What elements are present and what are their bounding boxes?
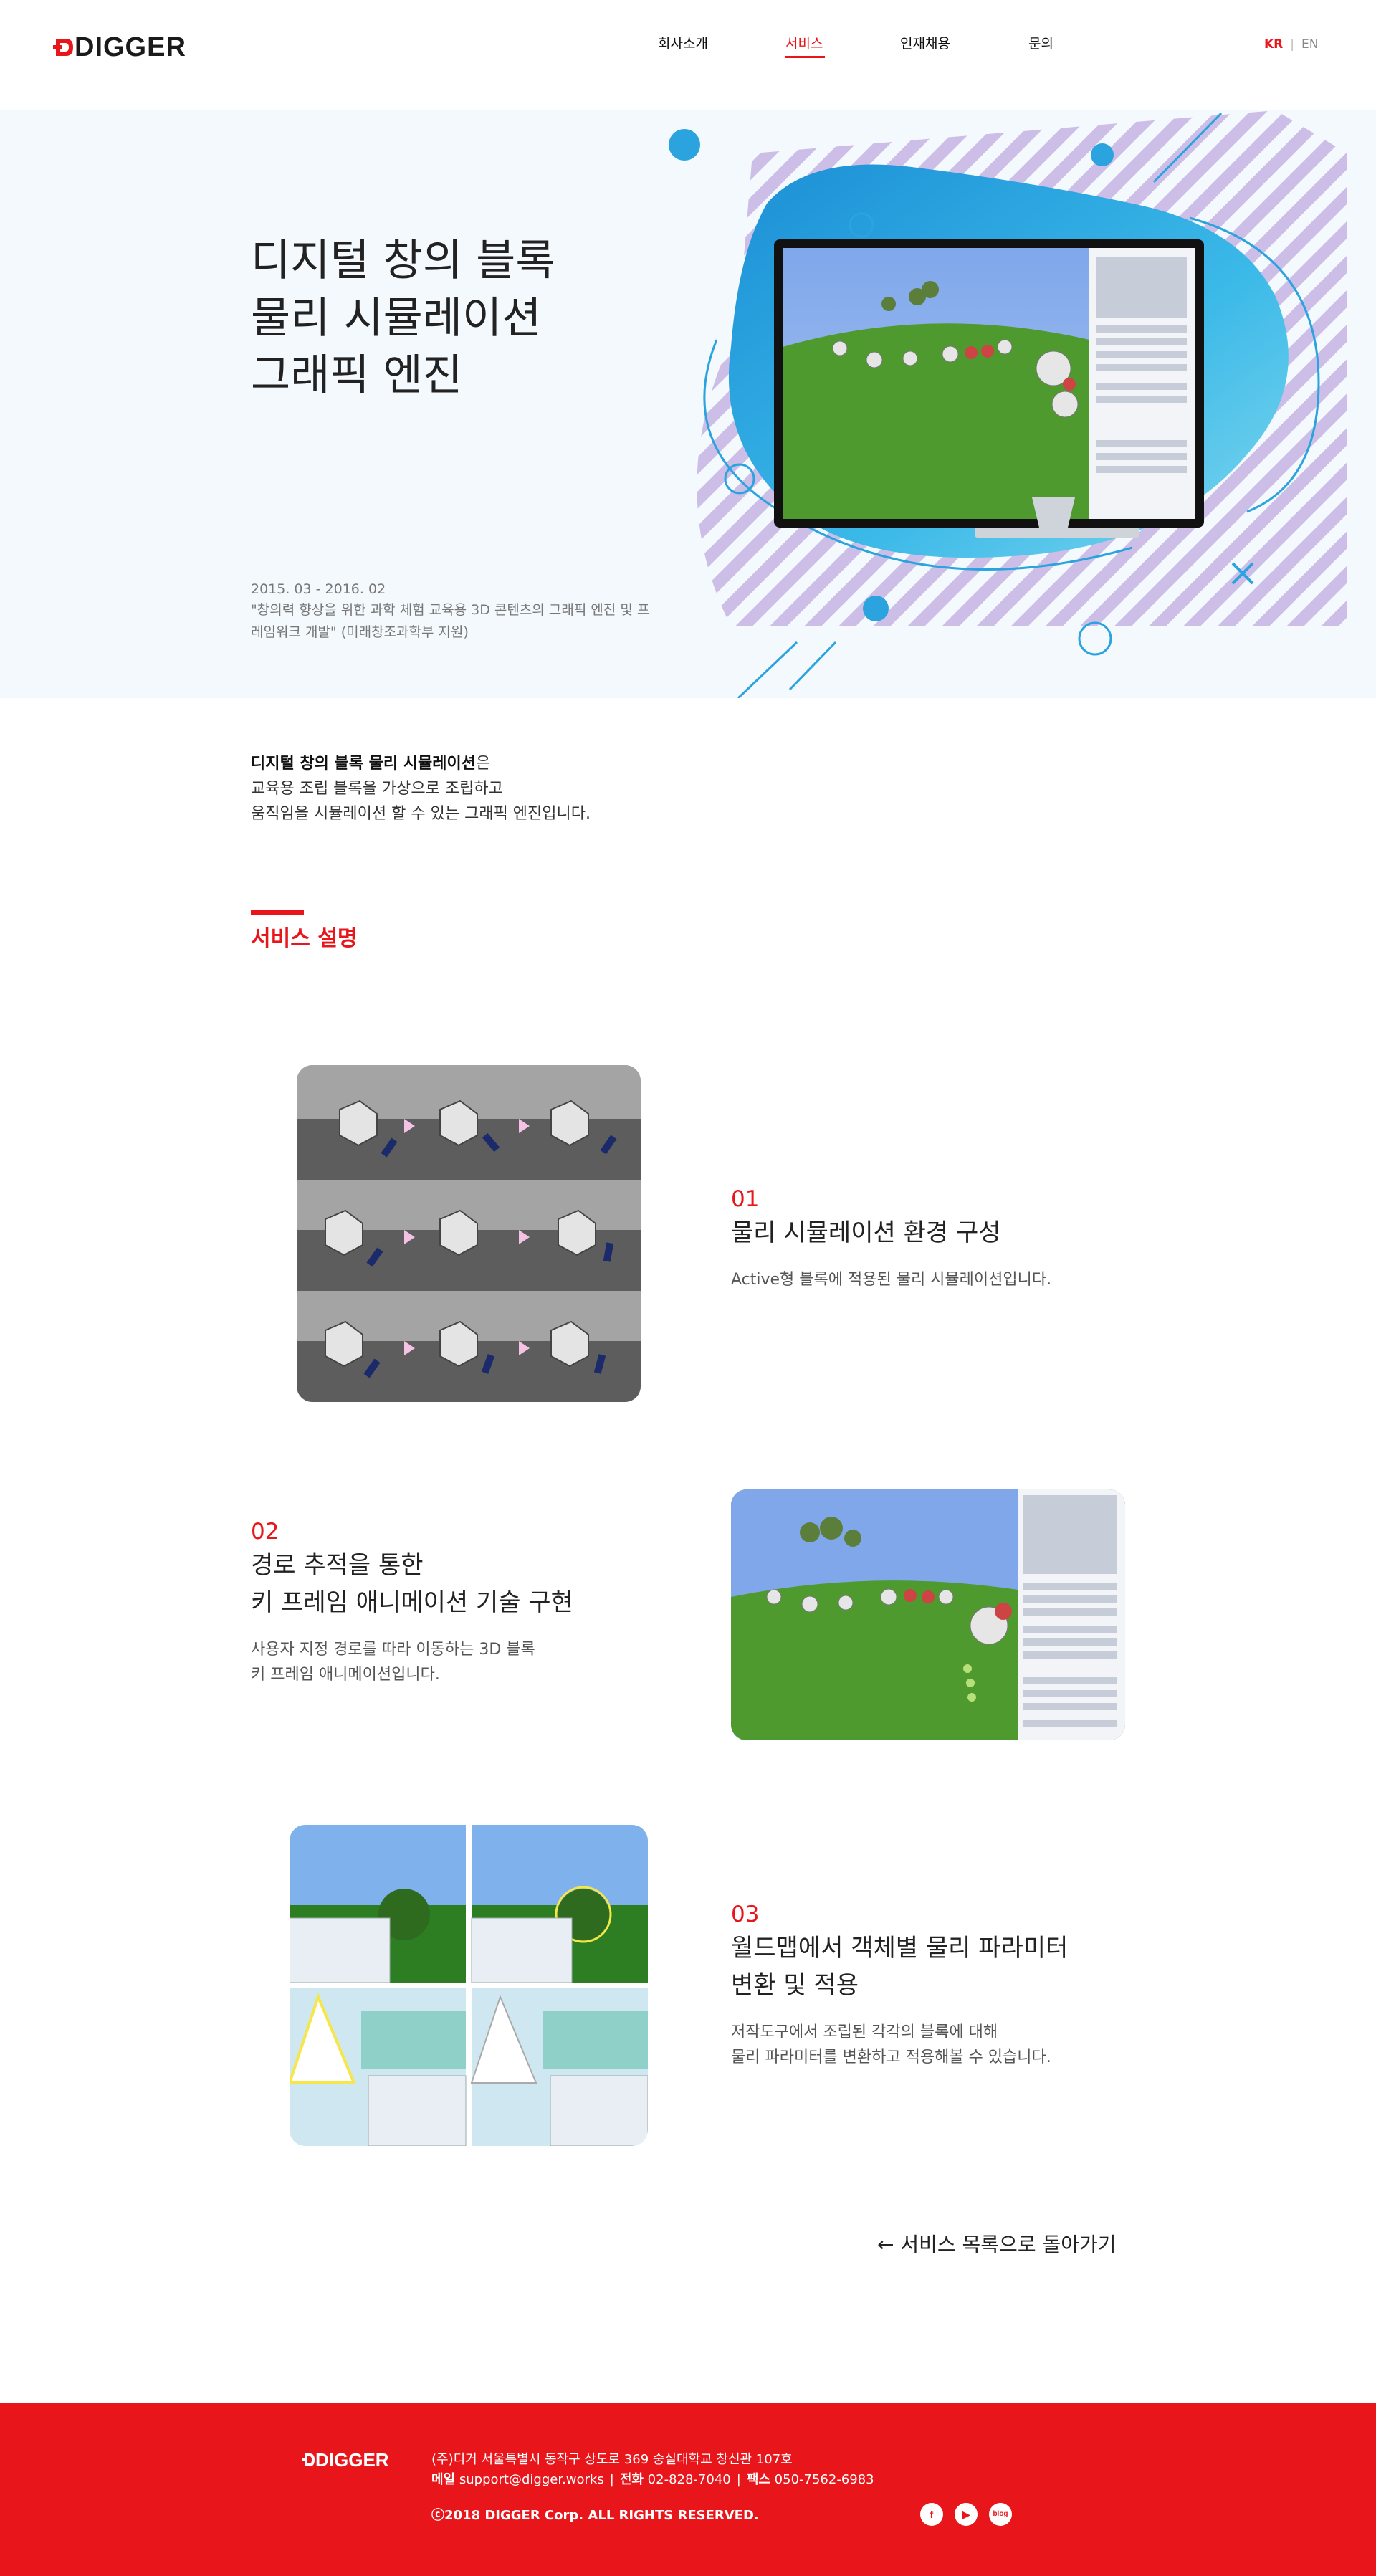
site-footer: DIGGER (주)디거 서울특별시 동작구 상도로 369 숭실대학교 창신관… [0,2403,1376,2576]
intro-line: 교육용 조립 블록을 가상으로 조립하고 [251,780,503,798]
lang-divider: | [1290,37,1294,52]
feature-title-line: 변환 및 적용 [731,1971,859,2000]
lang-kr-link[interactable]: KR [1264,37,1283,52]
project-description: "창의력 향상을 위한 과학 체험 교육용 3D 콘텐츠의 그래픽 엔진 및 프… [251,602,650,640]
language-switcher: KR | EN [1264,36,1318,53]
intro-text: 디지털 창의 블록 물리 시뮬레이션은 교육용 조립 블록을 가상으로 조립하고… [251,751,591,826]
feature-description: 저작도구에서 조립된 각각의 블록에 대해 물리 파라미터를 변환하고 적용해볼… [731,2020,1132,2070]
section-title: 서비스 설명 [251,926,358,951]
footer-logo-text: DIGGER [315,2449,389,2471]
feature-title: 물리 시뮬레이션 환경 구성 [731,1214,1132,1251]
company-address: 서울특별시 동작구 상도로 369 숭실대학교 창신관 107호 [481,2452,793,2467]
feature-02-text: 02 경로 추적을 통한 키 프레임 애니메이션 기술 구현 사용자 지정 경로… [251,1518,652,1687]
site-logo[interactable]: DIGGER [53,33,196,62]
nav-item-company[interactable]: 회사소개 [658,33,708,54]
feature-description-line: 사용자 지정 경로를 따라 이동하는 3D 블록 [251,1641,535,1659]
feature-02-image [731,1489,1125,1740]
footer-logo[interactable]: DIGGER [302,2450,403,2470]
email-label: 메일 [431,2472,456,2487]
feature-description: Active형 블록에 적용된 물리 시뮬레이션입니다. [731,1267,1132,1292]
fax-number: 050-7562-6983 [774,2472,874,2487]
hero-title-line: 물리 시뮬레이션 [251,293,542,343]
back-to-services-link[interactable]: ← 서비스 목록으로 돌아가기 [877,2231,1117,2259]
feature-description-line: Active형 블록에 적용된 물리 시뮬레이션입니다. [731,1271,1052,1289]
intro-line: 움직임을 시뮬레이션 할 수 있는 그래픽 엔진입니다. [251,805,591,823]
nav-item-contact[interactable]: 문의 [1028,33,1054,54]
keyframe-animation-screenshot [731,1489,1125,1740]
facebook-icon[interactable]: f [920,2503,943,2526]
hero-title-line: 그래픽 엔진 [251,350,463,401]
fax-label: 팩스 [746,2472,770,2487]
feature-title-line: 경로 추적을 통한 [251,1551,424,1580]
divider: | [736,2472,741,2487]
feature-description: 사용자 지정 경로를 따라 이동하는 3D 블록 키 프레임 애니메이션입니다. [251,1637,652,1687]
copyright: ⓒ2018 DIGGER Corp. ALL RIGHTS RESERVED. [431,2508,759,2523]
phone-label: 전화 [619,2472,644,2487]
feature-title-line: 키 프레임 애니메이션 기술 구현 [251,1588,573,1617]
hero-section: 디지털 창의 블록 물리 시뮬레이션 그래픽 엔진 2015. 03 - 201… [0,110,1376,698]
youtube-icon[interactable]: ▶ [955,2503,978,2526]
footer-address-line: (주)디거 서울특별시 동작구 상도로 369 숭실대학교 창신관 107호 [431,2450,874,2470]
site-header: DIGGER 회사소개 서비스 인재채용 문의 KR | EN [0,0,1376,110]
feature-title-line: 물리 시뮬레이션 환경 구성 [731,1218,1001,1247]
project-period: 2015. 03 - 2016. 02 [251,581,386,597]
feature-03-text: 03 월드맵에서 객체별 물리 파라미터 변환 및 적용 저작도구에서 조립된 … [731,1901,1132,2070]
logo-mark-icon [53,39,73,56]
feature-title-line: 월드맵에서 객체별 물리 파라미터 [731,1934,1069,1962]
footer-contact-line: 메일 support@digger.works | 전화 02-828-7040 | 팩… [431,2470,874,2490]
hero-title-line: 디지털 창의 블록 [251,236,555,286]
lang-en-link[interactable]: EN [1301,37,1318,52]
nav-item-services[interactable]: 서비스 [785,33,823,54]
feature-01-text: 01 물리 시뮬레이션 환경 구성 Active형 블록에 적용된 물리 시뮬레… [731,1186,1132,1292]
feature-number: 01 [731,1186,760,1212]
phone-number: 02-828-7040 [647,2472,731,2487]
feature-number: 03 [731,1902,760,1927]
company-name: (주)디거 [431,2452,477,2467]
divider: | [609,2472,614,2487]
physics-simulation-illustration [297,1065,641,1402]
feature-description-line: 저작도구에서 조립된 각각의 블록에 대해 [731,2023,998,2041]
blog-icon[interactable]: blog [989,2503,1012,2526]
feature-title: 경로 추적을 통한 키 프레임 애니메이션 기술 구현 [251,1547,652,1621]
logo-text: DIGGER [75,32,186,62]
feature-number: 02 [251,1519,280,1545]
feature-description-line: 키 프레임 애니메이션입니다. [251,1666,440,1684]
intro-line: 디지털 창의 블록 물리 시뮬레이션은 [251,751,591,776]
nav-active-indicator [785,56,825,58]
feature-description-line: 물리 파라미터를 변환하고 적용해볼 수 있습니다. [731,2048,1051,2066]
physics-parameter-screenshots [290,1825,648,2146]
hero-title: 디지털 창의 블록 물리 시뮬레이션 그래픽 엔진 [251,232,555,404]
feature-title: 월드맵에서 객체별 물리 파라미터 변환 및 적용 [731,1929,1132,2004]
nav-item-careers[interactable]: 인재채용 [900,33,950,54]
hero-illustration [669,110,1347,698]
feature-01-image [297,1065,641,1402]
footer-company-info: (주)디거 서울특별시 동작구 상도로 369 숭실대학교 창신관 107호 메… [431,2450,874,2490]
section-title-bar [251,910,304,915]
footer-logo-mark-icon [302,2453,315,2466]
email-link[interactable]: support@digger.works [459,2472,604,2487]
feature-03-image [290,1825,648,2146]
intro-highlight: 디지털 창의 블록 물리 시뮬레이션 [251,755,476,773]
intro-suffix: 은 [476,755,491,773]
